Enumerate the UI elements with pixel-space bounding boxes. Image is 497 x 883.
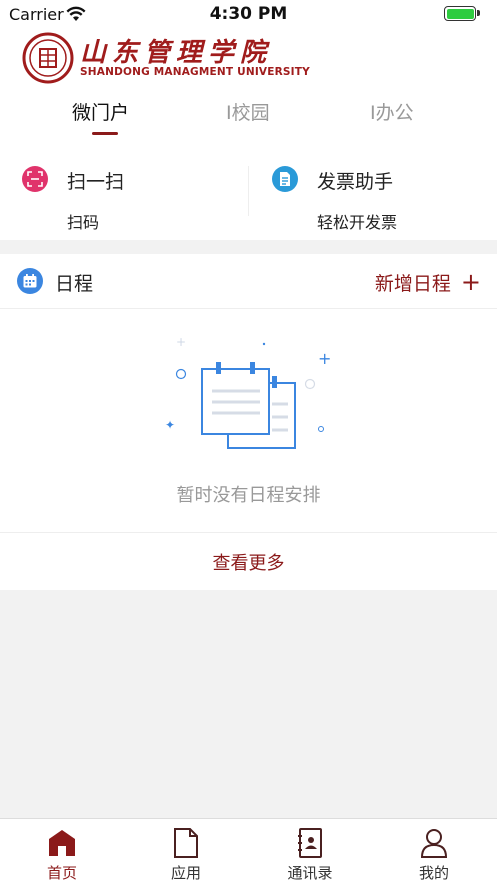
bottom-tab-bar: 首页 应用 通讯录 我的 — [0, 818, 497, 883]
document-icon — [174, 828, 198, 858]
add-schedule-label: 新增日程 — [374, 273, 451, 295]
schedule-header: 日程 新增日程 + — [0, 254, 497, 309]
tabbar-item-profile[interactable]: 我的 — [372, 819, 496, 883]
tabbar-label-apps: 应用 — [170, 864, 201, 882]
tab-office[interactable]: I办公 — [370, 98, 414, 125]
logo-name-en: SHANDONG MANAGMENT UNIVERSITY — [80, 66, 310, 78]
scan-icon — [22, 166, 48, 192]
empty-schedule-text: 暂时没有日程安排 — [176, 485, 321, 506]
home-icon — [49, 830, 75, 856]
scan-title: 扫一扫 — [67, 171, 125, 193]
tabbar-label-contacts: 通讯录 — [287, 864, 333, 882]
tabbar-label-profile: 我的 — [418, 864, 449, 882]
profile-icon — [420, 829, 448, 858]
university-logo: 山东管理学院 SHANDONG MANAGMENT UNIVERSITY — [22, 32, 310, 84]
scan-subtitle: 扫码 — [67, 213, 100, 232]
contacts-icon — [298, 828, 322, 858]
divider — [0, 532, 497, 533]
quick-divider — [248, 166, 249, 216]
empty-calendar-illustration: + + ✦ — [165, 335, 331, 449]
header: 山东管理学院 SHANDONG MANAGMENT UNIVERSITY 微门户… — [0, 28, 497, 240]
add-schedule-button[interactable]: 新增日程 + — [375, 269, 481, 296]
tab-micro-portal[interactable]: 微门户 — [72, 98, 129, 125]
scan-action[interactable]: 扫一扫 扫码 — [22, 162, 246, 232]
calendar-icon — [17, 268, 43, 294]
invoice-action[interactable]: 发票助手 轻松开发票 — [272, 162, 492, 232]
logo-name-cn: 山东管理学院 — [80, 38, 273, 68]
svg-text:✦: ✦ — [165, 418, 175, 432]
invoice-subtitle: 轻松开发票 — [317, 213, 398, 232]
invoice-title: 发票助手 — [317, 171, 394, 193]
clock: 4:30 PM — [209, 4, 288, 24]
status-bar: Carrier 4:30 PM — [0, 0, 497, 28]
schedule-title: 日程 — [55, 273, 94, 295]
tabbar-item-home[interactable]: 首页 — [0, 819, 124, 883]
invoice-icon — [272, 166, 298, 192]
view-more-link[interactable]: 查看更多 — [0, 549, 497, 575]
schedule-card: 日程 新增日程 + + + ✦ 暂时没有日程安排 查看更多 — [0, 254, 497, 590]
tabbar-item-apps[interactable]: 应用 — [124, 819, 248, 883]
svg-text:+: + — [176, 335, 186, 349]
battery-tip — [477, 10, 480, 16]
tabbar-label-home: 首页 — [46, 864, 77, 882]
active-tab-indicator — [92, 132, 118, 135]
plus-icon: + — [460, 268, 481, 296]
portal-tabs: 微门户 I校园 I办公 — [0, 98, 497, 138]
svg-text:+: + — [318, 349, 331, 368]
tabbar-item-contacts[interactable]: 通讯录 — [248, 819, 372, 883]
battery-icon — [444, 6, 476, 21]
tab-campus[interactable]: I校园 — [226, 98, 270, 125]
seal-icon — [22, 32, 74, 84]
